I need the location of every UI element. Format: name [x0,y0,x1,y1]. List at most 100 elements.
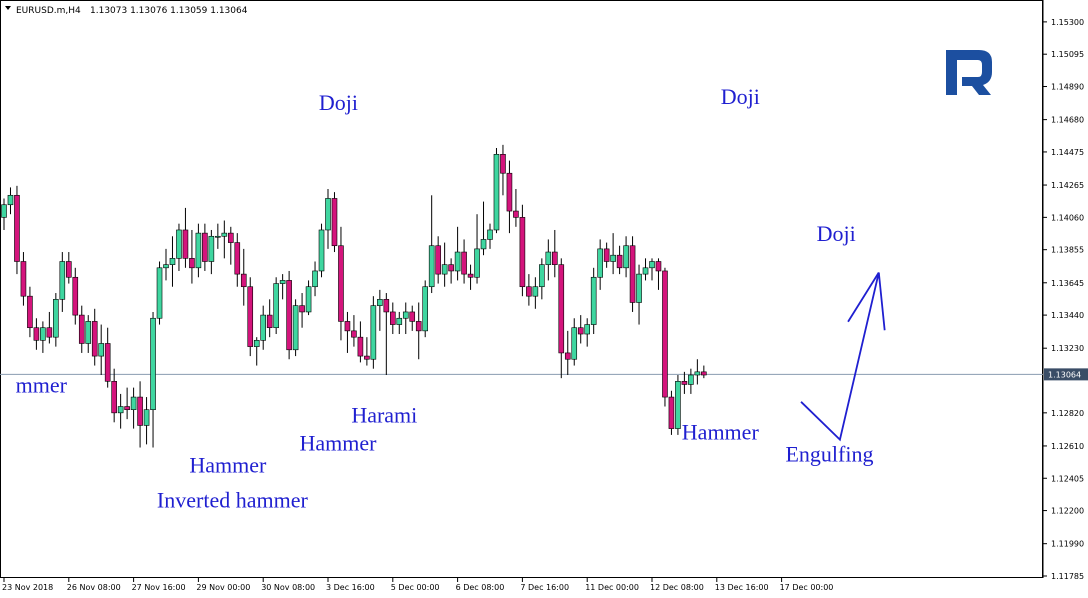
bull-candle-body [221,232,228,237]
price-tick-label: 1.11785 [1051,572,1084,581]
bull-candle-body [441,264,448,275]
price-tick-label: 1.14265 [1051,181,1084,190]
bear-candle-body [266,314,273,329]
bull-candle-body [532,286,539,297]
candle [286,270,292,360]
bull-candle-body [487,229,493,240]
bear-candle-body [629,245,636,303]
bull-candle-body [312,270,318,288]
bull-candle-body [402,311,409,319]
bull-candle-body [53,299,59,338]
current-price-label: 1.13064 [1048,370,1081,379]
bear-candle-body [338,245,344,322]
bull-candle-body [253,340,260,347]
bear-candle-body [344,321,351,332]
bull-candle-body [422,286,429,332]
bull-candle-body [428,245,435,288]
candle [318,223,325,278]
bear-candle-body [247,286,254,347]
bear-candle-body [72,276,79,316]
price-tick-label: 1.13440 [1051,311,1084,320]
bull-candle-body [649,261,655,269]
time-tick-label: 12 Dec 08:00 [650,583,704,592]
candle [519,204,526,297]
bear-candle-body [351,330,357,338]
pattern-annotation: Hammer [299,431,377,456]
pattern-annotation: Doji [721,84,760,109]
candlestick-chart: EURUSD.m,H4 1.13073 1.13076 1.13059 1.13… [0,0,1088,592]
bull-candle-body [150,317,156,410]
time-tick-label: 11 Dec 00:00 [585,583,639,592]
bear-candle-body [299,305,305,313]
bear-candle-body [182,229,189,259]
bull-candle-body [305,286,312,313]
bear-candle-body [616,254,623,269]
bull-candle-body [260,314,267,341]
time-tick-label: 3 Dec 16:00 [326,583,375,592]
price-tick-label: 1.15095 [1051,50,1084,59]
candle [590,267,597,335]
bull-candle-body [688,374,694,385]
bull-candle-body [98,343,104,357]
bull-candle-body [318,229,325,272]
price-tick-label: 1.12405 [1051,474,1084,483]
candle [331,192,338,253]
candle [493,147,500,234]
bull-candle-body [208,235,215,262]
bull-candle-body [176,229,182,259]
bear-candle-body [409,311,416,322]
bear-candle-body [655,261,662,272]
price-tick-label: 1.14475 [1051,148,1084,157]
bull-candle-body [279,280,286,284]
bear-candle-body [467,273,474,278]
bear-candle-body [66,261,72,278]
bear-candle-body [78,314,85,344]
pattern-annotation: Doji [817,221,856,246]
time-tick-label: 17 Dec 00:00 [780,583,834,592]
pattern-annotation: Harami [351,402,417,427]
price-tick-label: 1.13230 [1051,344,1084,353]
bear-candle-body [240,273,247,288]
bear-candle-body [383,299,390,313]
candle [247,277,254,357]
bull-candle-body [590,276,597,325]
bull-candle-body [143,409,150,426]
candle [14,185,20,275]
bear-candle-body [603,248,610,262]
bull-candle-body [292,305,299,351]
price-tick-label: 1.11990 [1051,540,1084,549]
pattern-annotation: Doji [319,90,358,115]
price-axis: 1.15300 1.15095 1.14890 1.14680 1.14475 1.142… [1043,18,1088,581]
bull-candle-body [675,381,681,429]
bull-candle-body [370,305,377,360]
bull-candle-body [169,258,176,265]
time-axis: 23 Nov 2018 26 Nov 08:00 27 Nov 16:00 29 No… [2,578,833,592]
bear-candle-body [357,336,364,357]
price-tick-label: 1.13855 [1051,246,1084,255]
candle [156,261,163,325]
price-tick-label: 1.14060 [1051,213,1084,222]
bull-candle-body [273,283,279,329]
bull-candle-body [636,273,642,303]
bear-candle-body [551,251,558,265]
bull-candle-body [156,267,163,319]
candle [668,390,675,435]
price-tick-label: 1.12820 [1051,409,1084,418]
price-tick-label: 1.12200 [1051,507,1084,516]
bear-candle-body [331,198,338,247]
bull-candle-body [377,299,383,306]
bull-candle-body [642,267,649,275]
bear-candle-body [228,232,234,243]
bear-candle-body [234,242,241,275]
pattern-annotation: Inverted hammer [157,487,309,512]
bear-candle-body [681,381,688,385]
bear-candle-body [506,172,513,212]
price-tick-label: 1.14890 [1051,83,1084,92]
bear-candle-body [202,232,208,262]
bear-candle-body [577,327,584,335]
bull-candle-body [623,245,629,269]
bull-candle-body [610,254,616,262]
bull-candle-body [1,204,7,218]
bull-candle-body [571,327,578,360]
candle [370,296,377,369]
